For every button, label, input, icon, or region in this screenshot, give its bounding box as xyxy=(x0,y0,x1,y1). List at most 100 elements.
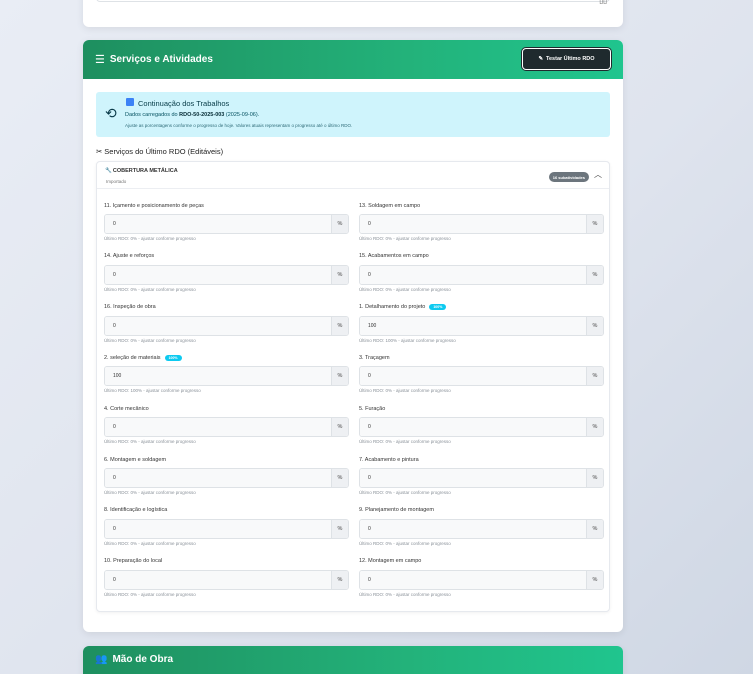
progress-input-group: 0% xyxy=(359,264,604,285)
last-rdo-hint: Último RDO: 0% - ajustar conforme progre… xyxy=(359,490,451,495)
section-title: ✂ Serviços do Último RDO (Editáveis) xyxy=(96,147,224,156)
subactivity-field: 2. seleção de materiais 100% 100% Último RD… xyxy=(104,353,349,403)
subactivity-label: 15. Acabamentos em campo xyxy=(359,253,429,260)
progress-input-group: 0% xyxy=(359,417,604,438)
progress-input[interactable]: 0 xyxy=(105,469,331,487)
subactivity-field: 10. Preparação do local 0% Último RDO: 0% … xyxy=(104,557,349,607)
subactivity-label: 4. Corte mecânico xyxy=(104,405,149,412)
info-note: Ajuste as porcentagens conforme o progre… xyxy=(125,123,353,128)
service-panel-header[interactable]: 🔧COBERTURA METÁLICA Importado 16 subativ… xyxy=(97,162,609,189)
percent-addon: % xyxy=(331,469,348,487)
info-title: Continuação dos Trabalhos xyxy=(138,99,230,108)
progress-input-group: 0% xyxy=(359,569,604,590)
pencil-icon: ✎ xyxy=(538,56,544,62)
progress-input[interactable]: 0 xyxy=(360,418,586,437)
subactivities-badge: 16 subatividades xyxy=(548,172,589,182)
last-rdo-hint: Último RDO: 0% - ajustar conforme progre… xyxy=(104,286,196,292)
info-loaded-line: Dados carregados do RDO-50-2025-003 (202… xyxy=(125,112,260,118)
progress-badge: 100% xyxy=(429,304,447,311)
percent-addon: % xyxy=(586,316,603,335)
tools-icon: ✂ xyxy=(96,147,103,156)
percent-addon: % xyxy=(586,367,603,386)
progress-input-group: 0% xyxy=(104,468,349,488)
last-rdo-hint: Último RDO: 0% - ajustar conforme progre… xyxy=(359,591,451,597)
percent-addon: % xyxy=(586,570,603,589)
progress-input-group: 0% xyxy=(359,366,604,387)
subactivity-label: 16. Inspeção de obra xyxy=(104,304,156,311)
previous-section-card: ▯▯ xyxy=(83,0,623,27)
progress-input[interactable]: 0 xyxy=(105,570,331,589)
previous-section-input[interactable] xyxy=(96,0,610,2)
history-icon: ⟲ xyxy=(105,105,117,121)
service-name: 🔧COBERTURA METÁLICA xyxy=(105,168,178,174)
test-last-rdo-button[interactable]: ✎ Testar Último RDO xyxy=(522,48,611,70)
progress-input[interactable]: 0 xyxy=(360,215,586,233)
subactivity-label: 9. Planejamento de montagem xyxy=(359,507,434,514)
percent-addon: % xyxy=(331,367,348,386)
percent-addon: % xyxy=(586,265,603,284)
last-rdo-hint: Último RDO: 0% - ajustar conforme progre… xyxy=(104,591,196,597)
subactivity-label: 3. Traçagem xyxy=(359,354,390,361)
subactivity-field: 15. Acabamentos em campo 0% Último RDO: 0%… xyxy=(359,252,604,302)
progress-input[interactable]: 0 xyxy=(105,418,331,437)
progress-input-group: 0% xyxy=(104,214,349,234)
test-last-rdo-label: Testar Último RDO xyxy=(546,56,595,62)
subactivity-field: 9. Planejamento de montagem 0% Último RDO:… xyxy=(359,506,604,556)
progress-input[interactable]: 0 xyxy=(360,469,586,487)
chevron-up-icon[interactable]: ︿ xyxy=(594,169,602,180)
last-rdo-hint: Último RDO: 0% - ajustar conforme progre… xyxy=(359,540,451,546)
progress-input[interactable]: 100 xyxy=(360,316,586,335)
subactivity-field: 5. Furação 0% Último RDO: 0% - ajustar con… xyxy=(359,404,604,454)
subactivity-field: 13. Soldagem em campo 0% Último RDO: 0% - … xyxy=(359,201,604,251)
progress-input-group: 0% xyxy=(359,214,604,234)
percent-addon: % xyxy=(586,418,603,437)
subactivity-label: 14. Ajuste e reforços xyxy=(104,253,155,260)
subactivity-label: 8. Identificação e logística xyxy=(104,507,168,514)
calendar-icon xyxy=(126,98,134,106)
labor-card-title: Mão de Obra xyxy=(112,654,174,665)
progress-input-group: 0% xyxy=(104,264,349,285)
last-rdo-hint: Último RDO: 0% - ajustar conforme progre… xyxy=(104,337,196,343)
progress-input-group: 100% xyxy=(104,366,349,387)
progress-input[interactable]: 0 xyxy=(360,570,586,589)
last-rdo-hint: Último RDO: 0% - ajustar conforme progre… xyxy=(104,439,196,445)
continuation-info-box: ⟲ Continuação dos Trabalhos Dados carreg… xyxy=(96,92,610,137)
progress-input[interactable]: 0 xyxy=(105,519,331,538)
subactivity-field: 3. Traçagem 0% Último RDO: 0% - ajustar co… xyxy=(359,353,604,403)
subactivity-label: 1. Detalhamento do projeto 100% xyxy=(359,303,604,312)
progress-input[interactable]: 0 xyxy=(105,215,331,233)
percent-addon: % xyxy=(331,265,348,284)
subactivity-field: 1. Detalhamento do projeto 100% 100% Último… xyxy=(359,303,604,353)
progress-input[interactable]: 0 xyxy=(360,367,586,386)
subactivity-field: 12. Montagem em campo 0% Último RDO: 0% - … xyxy=(359,557,604,607)
labor-card-header: 👥 Mão de Obra xyxy=(83,646,623,674)
last-rdo-hint: Último RDO: 0% - ajustar conforme progre… xyxy=(104,540,196,546)
progress-input[interactable]: 0 xyxy=(105,316,331,335)
progress-input[interactable]: 0 xyxy=(105,265,331,284)
progress-input-group: 0% xyxy=(104,569,349,590)
last-rdo-hint: Último RDO: 0% - ajustar conforme progre… xyxy=(104,490,196,495)
last-rdo-hint: Último RDO: 0% - ajustar conforme progre… xyxy=(359,439,451,445)
subactivity-label: 6. Montagem e soldagem xyxy=(104,456,167,463)
last-rdo-hint: Último RDO: 0% - ajustar conforme progre… xyxy=(104,236,196,241)
subactivity-label: 12. Montagem em campo xyxy=(359,558,422,565)
last-rdo-hint: Último RDO: 0% - ajustar conforme progre… xyxy=(359,236,451,241)
list-check-icon: ☰ xyxy=(95,54,105,66)
subactivity-field: 16. Inspeção de obra 0% Último RDO: 0% - a… xyxy=(104,303,349,353)
percent-addon: % xyxy=(331,316,348,335)
progress-badge: 100% xyxy=(164,354,182,361)
service-subtitle: Importado xyxy=(106,179,127,184)
percent-addon: % xyxy=(586,215,603,233)
last-rdo-hint: Último RDO: 0% - ajustar conforme progre… xyxy=(359,286,451,292)
subactivity-field: 11. Içamento e posicionamento de peças 0%… xyxy=(104,201,349,251)
progress-input-group: 100% xyxy=(359,315,604,336)
subactivity-label: 11. Içamento e posicionamento de peças xyxy=(104,202,204,209)
services-card: ☰ Serviços e Atividades ✎ Testar Último … xyxy=(83,40,623,632)
users-icon: 👥 xyxy=(95,654,108,665)
subactivity-label: 10. Preparação do local xyxy=(104,558,163,565)
progress-input[interactable]: 0 xyxy=(360,265,586,284)
progress-input[interactable]: 100 xyxy=(105,367,331,386)
progress-input[interactable]: 0 xyxy=(360,519,586,538)
percent-addon: % xyxy=(331,519,348,538)
calendar-mini-icon: ▯▯ xyxy=(599,0,607,5)
